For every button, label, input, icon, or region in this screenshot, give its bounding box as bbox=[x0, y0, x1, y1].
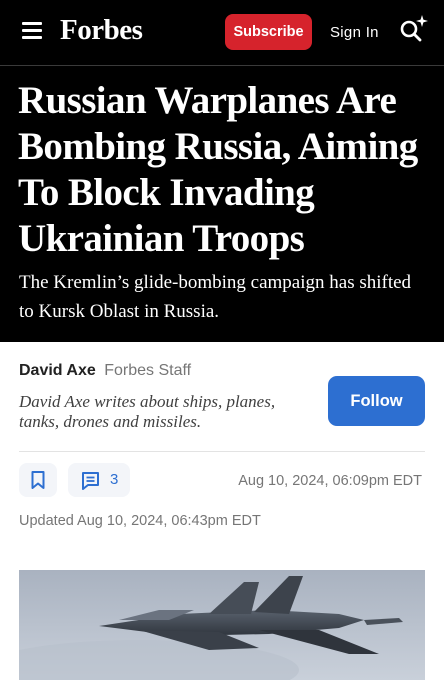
divider bbox=[19, 451, 425, 452]
comment-count: 3 bbox=[110, 471, 119, 488]
article-dek: The Kremlin’s glide-bombing campaign has… bbox=[19, 272, 412, 322]
article-hero: Russian Warplanes Are Bombing Russia, Ai… bbox=[0, 66, 444, 342]
updated-date: Updated Aug 10, 2024, 06:43pm EDT bbox=[19, 513, 261, 529]
bookmark-icon bbox=[31, 471, 45, 489]
menu-icon[interactable] bbox=[22, 22, 44, 40]
author-name[interactable]: David Axe bbox=[19, 362, 96, 379]
forbes-logo[interactable]: Forbes bbox=[60, 14, 143, 47]
subscribe-button[interactable]: Subscribe bbox=[225, 14, 312, 50]
search-sparkle-icon[interactable] bbox=[398, 14, 430, 46]
follow-button[interactable]: Follow bbox=[328, 376, 425, 426]
author-bio: David Axe writes about ships, planes, ta… bbox=[19, 392, 276, 431]
article-photo-warplane[interactable] bbox=[19, 570, 425, 680]
comments-button[interactable]: 3 bbox=[68, 463, 130, 497]
sign-in-link[interactable]: Sign In bbox=[330, 24, 379, 41]
publish-date: Aug 10, 2024, 06:09pm EDT bbox=[238, 473, 422, 489]
author-role: Forbes Staff bbox=[104, 362, 192, 379]
article-headline: Russian Warplanes Are Bombing Russia, Ai… bbox=[18, 79, 418, 260]
bookmark-button[interactable] bbox=[19, 463, 57, 497]
top-nav-bar: Forbes Subscribe Sign In bbox=[0, 0, 444, 66]
comment-icon bbox=[82, 472, 99, 490]
